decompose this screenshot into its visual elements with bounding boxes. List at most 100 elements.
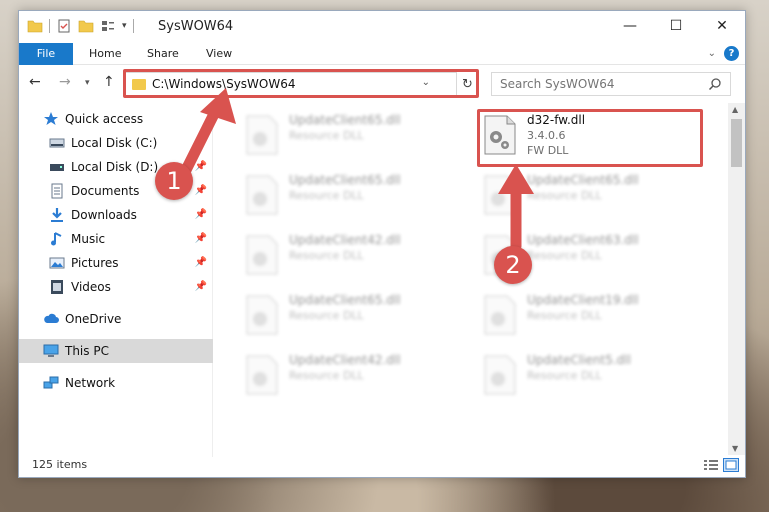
list-item[interactable]: UpdateClient42.dll Resource DLL — [241, 229, 467, 283]
scrollbar-thumb[interactable] — [731, 119, 742, 167]
file-type: Resource DLL — [527, 309, 602, 322]
recent-locations-icon[interactable]: ▾ — [85, 78, 90, 88]
sidebar-item-network[interactable]: Network — [19, 371, 213, 395]
file-name: UpdateClient19.dll — [527, 293, 639, 307]
file-type: Resource DLL — [527, 369, 602, 382]
back-icon[interactable]: ← — [29, 74, 41, 90]
up-icon[interactable]: ↑ — [103, 74, 115, 90]
sidebar-item-onedrive[interactable]: OneDrive — [19, 307, 213, 331]
new-folder-icon[interactable] — [78, 18, 94, 34]
sidebar-item-label: Quick access — [65, 112, 144, 126]
sidebar-item-pictures[interactable]: Pictures 📌 — [19, 251, 213, 275]
sidebar-item-label: Local Disk (C:) — [71, 136, 158, 150]
folder-icon — [27, 20, 43, 33]
file-type: Resource DLL — [289, 129, 364, 142]
toolbar-separator — [132, 19, 134, 33]
sidebar-item-label: Pictures — [71, 256, 119, 270]
vertical-scrollbar[interactable]: ▲ ▼ — [728, 103, 745, 455]
search-box[interactable] — [491, 72, 731, 96]
sidebar-item-label: Videos — [71, 280, 111, 294]
sidebar-item-label: OneDrive — [65, 312, 122, 326]
view-switcher — [703, 458, 739, 472]
sidebar-item-local-disk-c[interactable]: Local Disk (C:) 📌 — [19, 131, 213, 155]
file-type: Resource DLL — [527, 189, 602, 202]
sidebar-item-music[interactable]: Music 📌 — [19, 227, 213, 251]
pin-icon[interactable]: 📌 — [195, 137, 207, 148]
file-type: Resource DLL — [289, 309, 364, 322]
sidebar-item-downloads[interactable]: Downloads 📌 — [19, 203, 213, 227]
ribbon-right: ⌄ ? — [708, 46, 739, 61]
tab-view[interactable]: View — [206, 43, 232, 65]
cloud-icon — [44, 313, 59, 323]
close-button[interactable]: ✕ — [699, 11, 745, 41]
documents-icon — [51, 183, 63, 199]
details-view-icon[interactable] — [703, 458, 719, 472]
music-icon — [51, 232, 62, 246]
pin-icon[interactable]: 📌 — [195, 209, 207, 220]
sidebar-item-label: Music — [71, 232, 106, 246]
large-icons-view-icon[interactable] — [723, 458, 739, 472]
dll-file-icon — [246, 175, 278, 215]
file-type: Resource DLL — [289, 369, 364, 382]
dll-file-icon — [246, 355, 278, 395]
sidebar-item-label: Documents — [71, 184, 140, 198]
list-item[interactable]: UpdateClient5.dll Resource DLL — [479, 349, 705, 403]
window-title: SysWOW64 — [158, 19, 234, 34]
explorer-window: ▾ SysWOW64 — ☐ ✕ File Home Share View ⌄ … — [18, 10, 746, 478]
ribbon: File Home Share View ⌄ ? — [19, 43, 745, 65]
tab-share[interactable]: Share — [147, 43, 179, 65]
pin-icon[interactable]: 📌 — [195, 161, 207, 172]
pin-icon[interactable]: 📌 — [195, 257, 207, 268]
scroll-down-icon[interactable]: ▼ — [732, 444, 738, 453]
sidebar-item-label: Local Disk (D:) — [71, 160, 159, 174]
maximize-button[interactable]: ☐ — [653, 11, 699, 41]
customize-icon[interactable] — [100, 18, 116, 34]
file-type: Resource DLL — [289, 189, 364, 202]
pin-icon[interactable]: 📌 — [195, 185, 207, 196]
sidebar-item-label: This PC — [65, 344, 109, 358]
pin-icon[interactable]: 📌 — [195, 281, 207, 292]
sidebar-item-label: Downloads — [71, 208, 137, 222]
properties-icon[interactable] — [56, 18, 72, 34]
window-controls: — ☐ ✕ — [607, 11, 745, 41]
search-icon[interactable] — [708, 77, 722, 91]
chevron-down-icon[interactable]: ▾ — [122, 21, 127, 31]
search-input[interactable] — [500, 77, 700, 91]
scroll-up-icon[interactable]: ▲ — [732, 105, 738, 114]
navigation-pane: Quick access Local Disk (C:) 📌 Local Dis… — [19, 107, 213, 457]
list-item[interactable]: UpdateClient65.dll Resource DLL — [241, 109, 467, 163]
sidebar-item-this-pc[interactable]: This PC — [19, 339, 213, 363]
sidebar-item-videos[interactable]: Videos 📌 — [19, 275, 213, 299]
list-item[interactable]: UpdateClient65.dll Resource DLL — [479, 169, 705, 223]
dll-file-icon — [246, 295, 278, 335]
tab-file[interactable]: File — [19, 43, 73, 65]
pin-icon[interactable]: 📌 — [195, 233, 207, 244]
step-badge-1: 1 — [155, 162, 193, 200]
address-highlight-box — [123, 69, 479, 98]
minimize-button[interactable]: — — [607, 11, 653, 41]
tab-home[interactable]: Home — [89, 43, 121, 65]
list-item[interactable]: UpdateClient19.dll Resource DLL — [479, 289, 705, 343]
file-type: Resource DLL — [289, 249, 364, 262]
drive-icon — [50, 164, 64, 171]
list-item[interactable]: UpdateClient42.dll Resource DLL — [241, 349, 467, 403]
help-icon[interactable]: ? — [724, 46, 739, 61]
expand-ribbon-icon[interactable]: ⌄ — [708, 48, 716, 59]
dll-file-icon — [246, 235, 278, 275]
list-item[interactable]: UpdateClient65.dll Resource DLL — [241, 289, 467, 343]
file-name: UpdateClient42.dll — [289, 233, 401, 247]
dll-file-icon — [484, 295, 516, 335]
quick-access-toolbar: ▾ — [27, 18, 134, 34]
item-count: 125 items — [32, 458, 88, 471]
drive-icon — [49, 138, 65, 148]
forward-icon[interactable]: → — [59, 74, 71, 90]
list-item[interactable]: UpdateClient65.dll Resource DLL — [241, 169, 467, 223]
file-name: UpdateClient63.dll — [527, 233, 639, 247]
star-icon — [44, 112, 58, 125]
sidebar-item-quick-access[interactable]: Quick access — [19, 107, 213, 131]
file-name: UpdateClient65.dll — [289, 113, 401, 127]
download-icon — [51, 208, 63, 222]
status-bar: 125 items — [19, 455, 745, 477]
file-type: Resource DLL — [527, 249, 602, 262]
computer-icon — [43, 344, 59, 357]
